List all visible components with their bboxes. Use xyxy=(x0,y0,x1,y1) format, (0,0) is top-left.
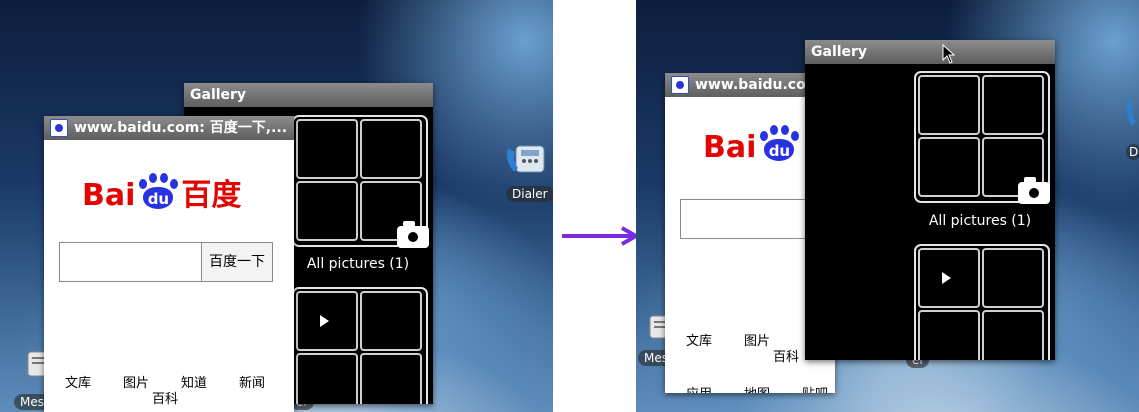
logo-paw-text: du xyxy=(143,187,174,209)
gallery-titlebar[interactable]: Gallery xyxy=(184,83,433,107)
logo-text: Bai xyxy=(82,178,136,213)
album-label: All pictures (1) xyxy=(306,256,410,272)
gallery-titlebar[interactable]: Gallery xyxy=(805,40,1055,64)
search-input[interactable] xyxy=(59,242,203,282)
nav-link-wenku[interactable]: 文库 xyxy=(65,372,91,391)
album-videos[interactable] xyxy=(292,287,428,404)
nav-link-baike[interactable]: 百科 xyxy=(152,388,178,407)
browser-page: Bai du 百度 百度一下 文库 图片 知道 新闻 百科 xyxy=(44,140,294,412)
dialer-label: Dialer xyxy=(506,186,553,202)
camera-icon xyxy=(397,221,429,248)
album-empty-slot xyxy=(360,353,422,404)
album-videos[interactable] xyxy=(914,244,1050,360)
browser-title-text: www.baidu.com: 百度一下,... xyxy=(74,120,288,136)
logo-text-cn: 百度 xyxy=(181,178,242,213)
logo-text: Bai xyxy=(703,130,757,165)
album-thumbnail xyxy=(296,119,358,179)
album-empty-slot xyxy=(982,75,1044,135)
nav-link-zhidao[interactable]: 知道 xyxy=(181,372,207,391)
dialer-shortcut[interactable]: D xyxy=(1124,96,1139,166)
search-button[interactable]: 百度一下 xyxy=(201,242,273,282)
video-play-icon xyxy=(942,272,951,284)
nav-link-tupian[interactable]: 图片 xyxy=(123,372,149,391)
baidu-favicon-icon xyxy=(50,119,68,137)
album-empty-slot xyxy=(918,137,980,197)
nav-link-baike[interactable]: 百科 xyxy=(773,346,799,365)
browser-titlebar[interactable]: www.baidu.com: 百度一下,... xyxy=(44,116,294,140)
baidu-logo: Bai du 百度 xyxy=(82,170,241,214)
gallery-content: All pictures (1) xyxy=(805,64,1055,360)
album-thumbnail xyxy=(918,75,980,135)
phone-icon xyxy=(1126,100,1136,126)
camera-icon xyxy=(1018,177,1050,204)
album-empty-slot xyxy=(360,291,422,351)
nav-link-tupian[interactable]: 图片 xyxy=(744,330,770,349)
nav-link-xinwen[interactable]: 新闻 xyxy=(239,372,265,391)
dialer-shortcut[interactable]: Dialer xyxy=(500,138,553,208)
browser-window[interactable]: www.baidu.com: 百度一下,... Bai du 百度 百度一下 文库 … xyxy=(44,116,294,412)
logo-paw-text: du xyxy=(764,139,795,161)
dialer-label: D xyxy=(1126,144,1139,160)
album-empty-slot xyxy=(296,181,358,241)
desktop-before: Dialer Mes er Gallery All pictures (1) xyxy=(0,0,553,412)
album-empty-slot xyxy=(296,353,358,404)
nav-link-ditu[interactable]: 地图 xyxy=(744,383,770,393)
mouse-cursor-icon xyxy=(942,44,956,64)
video-play-icon xyxy=(320,315,329,327)
browser-title-text: www.baidu.com xyxy=(695,77,821,93)
transition-arrow-icon xyxy=(562,226,638,246)
video-thumbnail xyxy=(296,291,358,351)
video-thumbnail xyxy=(918,248,980,308)
baidu-logo: Bai du xyxy=(703,125,802,165)
nav-link-tieba[interactable]: 贴吧 xyxy=(802,383,828,393)
album-label: All pictures (1) xyxy=(928,213,1032,229)
album-empty-slot xyxy=(360,119,422,179)
album-empty-slot xyxy=(982,248,1044,308)
nav-link-wenku[interactable]: 文库 xyxy=(686,330,712,349)
nav-link-yingyong[interactable]: 应用 xyxy=(686,383,712,393)
album-empty-slot xyxy=(982,310,1044,360)
paw-icon: du xyxy=(135,173,181,209)
paw-icon: du xyxy=(756,125,802,161)
album-empty-slot xyxy=(918,310,980,360)
gallery-window[interactable]: Gallery All pictures (1) xyxy=(805,40,1055,360)
baidu-favicon-icon xyxy=(671,76,689,94)
desktop-after: D Mes el www.baidu.com Baidu 文库 图片 百科 应用… xyxy=(636,0,1139,412)
phone-icon xyxy=(506,145,545,173)
